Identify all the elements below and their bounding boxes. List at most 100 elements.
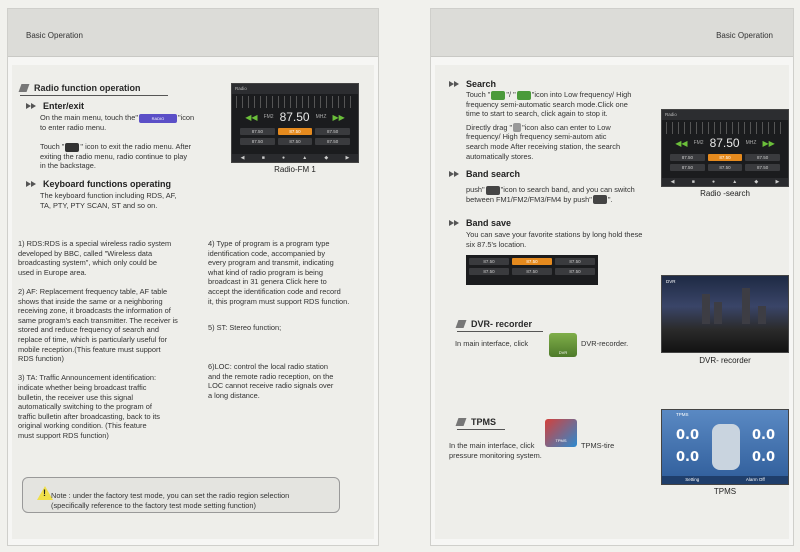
band-icon bbox=[485, 185, 500, 195]
text-line: a long distance. bbox=[208, 390, 260, 400]
text-line: automatically switching to the program o… bbox=[18, 402, 152, 412]
seek-right-icon: ▶▶ bbox=[762, 138, 775, 148]
search-icon: ● bbox=[281, 155, 285, 161]
building bbox=[758, 306, 766, 324]
text-line: mobile reception.(This feature must supp… bbox=[18, 344, 161, 354]
tpms-text-a: In the main interface, click bbox=[449, 441, 535, 450]
text-line: 3) TA: Traffic Announcement identificati… bbox=[18, 373, 157, 383]
enter-text-line2: to enter radio menu. bbox=[40, 122, 107, 132]
freq-value: 87.50 bbox=[279, 110, 310, 124]
enter-text-a: On the main menu, touch the" bbox=[40, 113, 138, 122]
dvr-text-b: DVR-recorder. bbox=[581, 339, 629, 348]
save-preset-6: 87.50 bbox=[555, 268, 595, 275]
band-icon: ▲ bbox=[302, 155, 308, 161]
tpms-section-title: TPMS bbox=[455, 417, 505, 430]
radio-fm-caption: Radio-FM 1 bbox=[274, 165, 316, 174]
tpms-screen-title: TPMS bbox=[676, 412, 689, 417]
back-icon: ◀ bbox=[240, 155, 245, 161]
double-arrow-icon bbox=[26, 101, 38, 111]
dvr-app-icon: DVR bbox=[549, 333, 577, 357]
note-line1: Note : under the factory test mode, you … bbox=[51, 491, 290, 500]
text-line: 1) RDS:RDS is a special wireless radio s… bbox=[18, 239, 172, 248]
search-text-c: "icon into Low frequency/ High bbox=[531, 90, 632, 99]
seek-up-icon bbox=[516, 90, 531, 100]
save-line2: six 87.5's location. bbox=[466, 239, 527, 249]
text-line: replace of time, which is particularly u… bbox=[18, 334, 168, 344]
search-title: Search bbox=[466, 79, 497, 89]
text-line: developed by BBC, called "Wireless data bbox=[18, 248, 153, 258]
preset-4: 87.50 bbox=[240, 138, 275, 145]
radio-app-icon: RADIO bbox=[138, 113, 177, 123]
tpms-screen: TPMS 0.0 0.0 0.0 0.0 Setting Alarm Off bbox=[661, 409, 789, 485]
touch-text-3: in the backstage. bbox=[40, 161, 96, 171]
text-line: shows that inside the same or a neighbor… bbox=[18, 296, 163, 306]
settings-icon: ▶ bbox=[345, 155, 350, 161]
text-line: every program and transmit, indicating bbox=[208, 258, 334, 268]
band-save-heading: Band save bbox=[449, 218, 511, 228]
radio-search-caption: Radio -search bbox=[700, 189, 750, 198]
preset-grid: 87.50 87.50 87.50 87.50 87.50 87.50 bbox=[240, 128, 350, 145]
save-preset-4: 87.50 bbox=[469, 268, 509, 275]
tpms-app-icon: TPMS bbox=[545, 419, 577, 447]
text-line: 6)LOC: control the local radio station bbox=[208, 362, 328, 371]
keyboard-line2: TA, PTY, PTY SCAN, ST and so on. bbox=[40, 200, 158, 210]
band-search-title: Band search bbox=[466, 169, 521, 179]
preset-grid: 87.50 87.50 87.50 87.50 87.50 87.50 bbox=[670, 154, 780, 171]
seek-left-icon: ◀◀ bbox=[245, 112, 258, 122]
text-line: traffic bulletin after broadcasting, bac… bbox=[18, 411, 161, 421]
dvr-screen-label: DVR bbox=[666, 279, 676, 284]
touch-text-2: exiting the radio menu, radio continue t… bbox=[40, 151, 188, 161]
text-line: original working condition. (This featur… bbox=[18, 421, 147, 431]
preset-2: 87.50 bbox=[707, 154, 743, 161]
tire-front-right: 0.0 bbox=[752, 428, 776, 443]
right-header: Basic Operation bbox=[431, 9, 793, 57]
left-content: Radio function operation Enter/exit On t… bbox=[12, 65, 374, 539]
text-line: and the remote radio reception, on the bbox=[208, 371, 334, 381]
double-arrow-icon bbox=[26, 179, 38, 189]
text-line: receiving zone, it broadcasts the inform… bbox=[18, 306, 171, 316]
search-line7: automatically stores. bbox=[466, 151, 534, 161]
preset-5: 87.50 bbox=[277, 138, 313, 145]
keyboard-line1: The keyboard function including RDS, AF, bbox=[40, 191, 177, 200]
search-text-d: Directly drag " bbox=[466, 122, 513, 132]
dvr-section-title: DVR- recorder bbox=[455, 319, 543, 332]
left-header-title: Basic Operation bbox=[26, 31, 83, 40]
preset-3: 87.50 bbox=[745, 154, 780, 161]
dvr-title-text: DVR- recorder bbox=[471, 319, 533, 329]
seek-left-icon: ◀◀ bbox=[675, 138, 688, 148]
touch-text-b: " icon to exit the radio menu. After bbox=[80, 142, 192, 152]
search-line6: search mode After receiving station, the… bbox=[466, 141, 621, 151]
frequency-scale bbox=[236, 96, 354, 108]
preset-6: 87.50 bbox=[315, 138, 350, 145]
tpms-text-c: pressure monitoring system. bbox=[449, 451, 542, 460]
double-arrow-icon bbox=[449, 218, 461, 228]
save-preset-3: 87.50 bbox=[555, 258, 595, 265]
search-text-b: "/ " bbox=[506, 90, 516, 99]
band-icon: ▲ bbox=[732, 179, 738, 185]
text-line: it, this program must support RDS functi… bbox=[208, 296, 350, 306]
left-header: Basic Operation bbox=[8, 9, 378, 57]
save-line1: You can save your favorite stations by l… bbox=[466, 230, 643, 239]
text-line: identification code, accompanied by bbox=[208, 248, 326, 258]
preset-5: 87.50 bbox=[707, 164, 743, 171]
section-marker-icon bbox=[18, 84, 30, 92]
save-preset-strip: 87.50 87.50 87.50 87.50 87.50 87.50 bbox=[466, 255, 598, 285]
radio-fm-screen: Radio ◀◀ FM2 87.50 MHZ ▶▶ 87.50 87.50 87… bbox=[231, 83, 359, 163]
band-text-d: ". bbox=[607, 194, 613, 204]
search-text-e: "icon also can enter to Low bbox=[522, 122, 611, 132]
tire-rear-right: 0.0 bbox=[752, 450, 776, 465]
stop-icon: ■ bbox=[691, 179, 695, 185]
keyboard-heading: Keyboard functions operating bbox=[26, 179, 171, 189]
preset-4: 87.50 bbox=[670, 164, 705, 171]
enter-text-b: "icon bbox=[177, 113, 195, 122]
radio-screen-title: Radio bbox=[232, 84, 358, 94]
pty-column: 4) Type of program is a program type iden… bbox=[208, 239, 370, 306]
band-search-heading: Band search bbox=[449, 169, 520, 179]
text-line: LOC cannot receive radio signals over bbox=[208, 381, 334, 391]
search-line3: time to start to search, click again to … bbox=[466, 109, 608, 119]
text-line: broadcast in 31 genera Click here to bbox=[208, 277, 327, 287]
radio-section-title-text: Radio function operation bbox=[34, 83, 141, 93]
note-box: Note : under the factory test mode, you … bbox=[22, 477, 340, 513]
text-line: broadcasting system", which only could b… bbox=[18, 258, 158, 268]
building bbox=[742, 288, 750, 324]
